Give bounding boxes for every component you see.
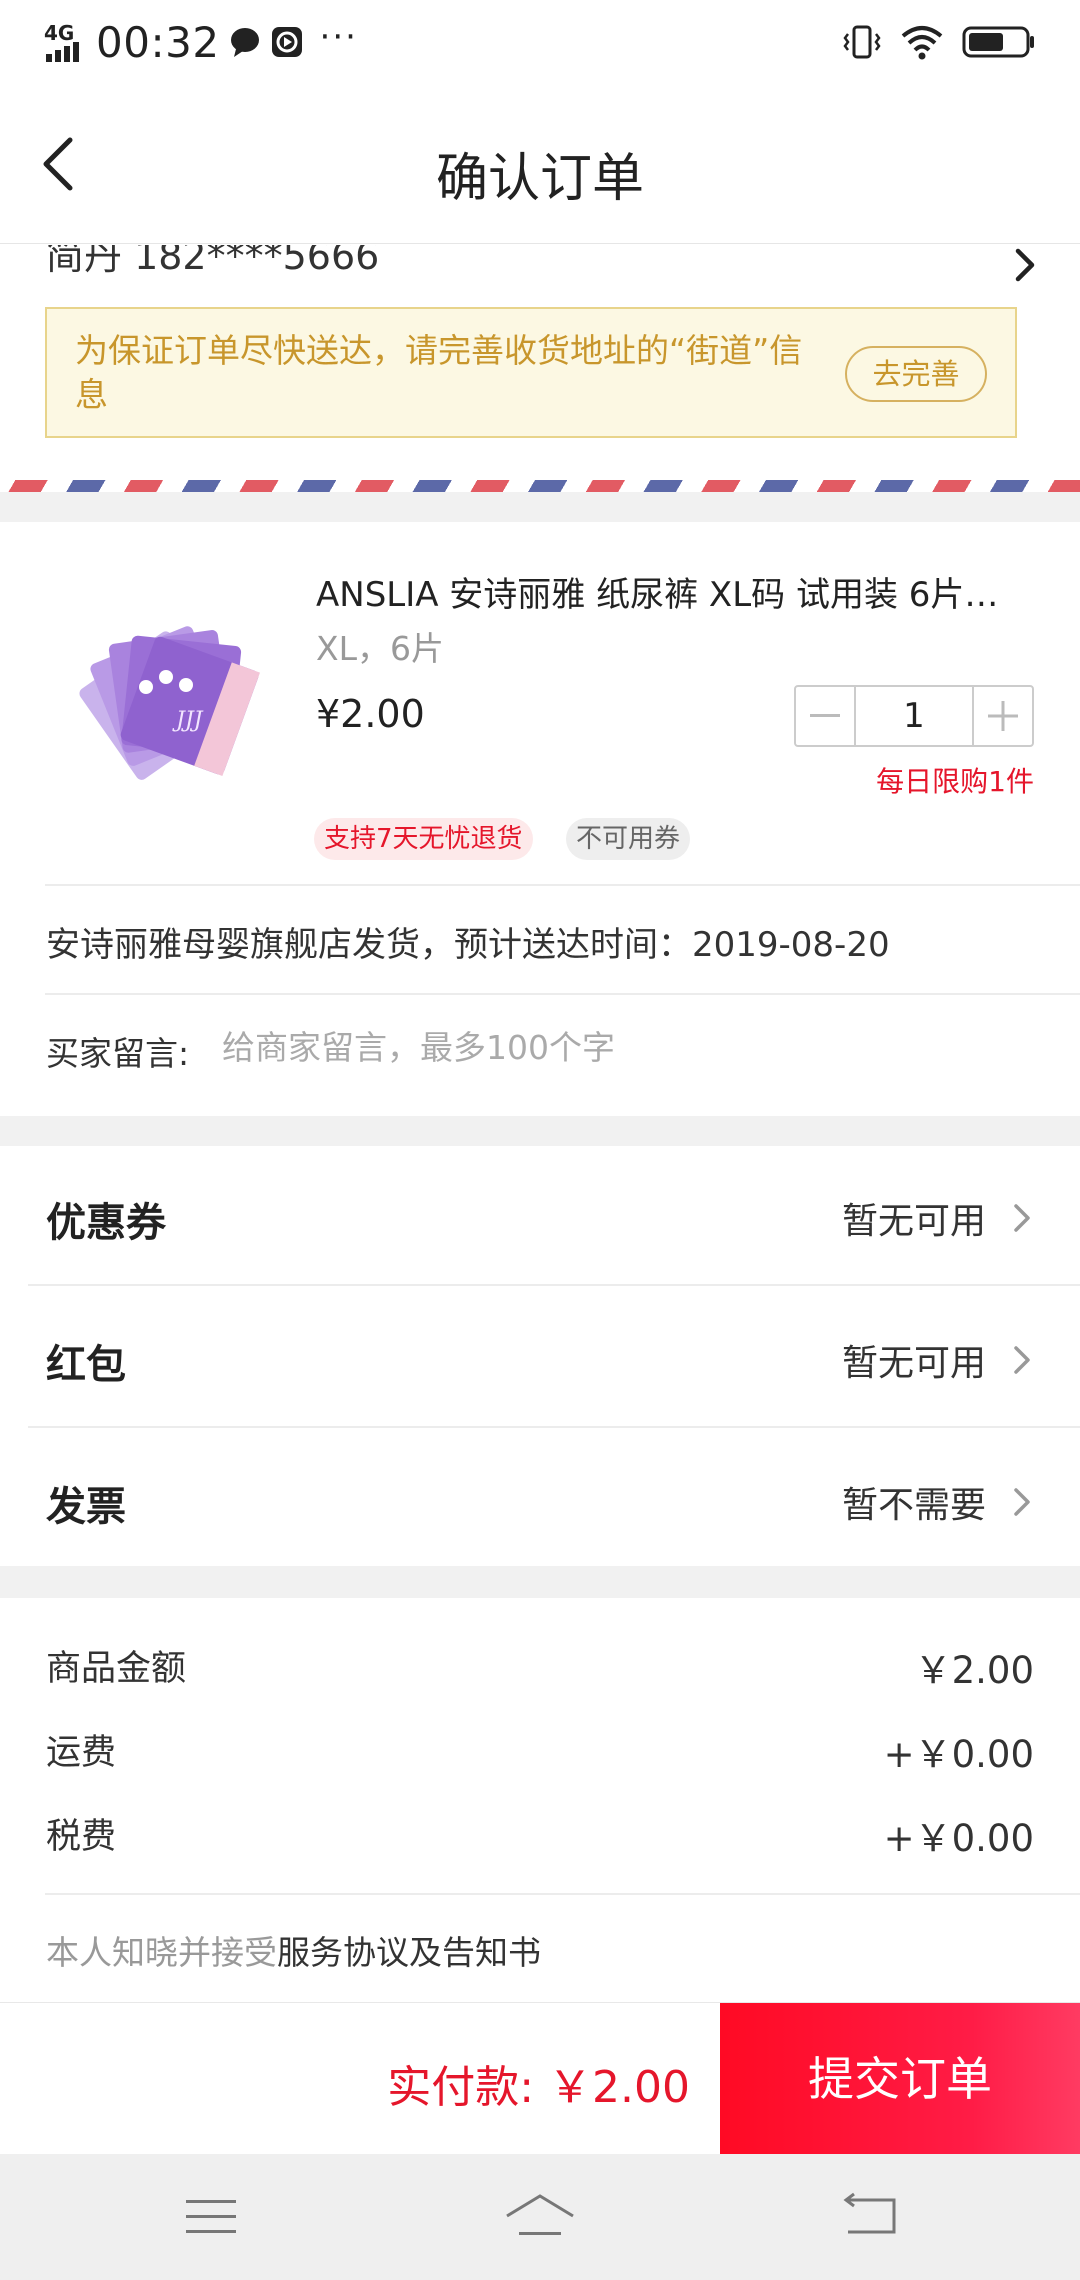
product-title[interactable]: ANSLIA 安诗丽雅 纸尿裤 XL码 试用装 6片… — [316, 567, 1036, 616]
product-spec: XL，6片 — [316, 629, 444, 668]
quantity-value[interactable]: 1 — [854, 687, 974, 745]
minus-icon — [810, 714, 840, 717]
address-notice: 为保证订单尽快送达，请完善收货地址的“街道”信息 去完善 — [45, 307, 1017, 438]
notice-text: 为保证订单尽快送达，请完善收货地址的“街道”信息 — [75, 331, 803, 414]
actual-payment: 实付款: ￥2.00 — [387, 2062, 690, 2113]
divider — [28, 1284, 1080, 1286]
network-type: 4G — [44, 21, 75, 45]
signal-icon: 4G — [44, 22, 86, 62]
divider — [28, 1426, 1080, 1428]
invoice-label: 发票 — [46, 1484, 126, 1530]
section-divider — [0, 1116, 1080, 1146]
airmail-border — [0, 480, 1080, 492]
purchase-limit: 每日限购1件 — [876, 765, 1034, 798]
shipping-info: 安诗丽雅母婴旗舰店发货，预计送达时间：2019-08-20 — [46, 925, 890, 965]
return-policy-tag: 支持7天无忧退货 — [314, 818, 533, 860]
tax-label: 税费 — [46, 1817, 117, 1857]
address-row[interactable]: 简丹 182****5666 — [0, 245, 1080, 303]
message-icon — [230, 28, 259, 57]
price-summary: 商品金额 ￥2.00 运费 +￥0.00 税费 +￥0.00 本人知晓并接受服务… — [0, 1598, 1080, 2002]
decrease-button[interactable] — [796, 687, 854, 745]
address-contact: 简丹 182****5666 — [46, 245, 380, 278]
vibrate-icon — [843, 25, 881, 59]
submit-bar: 实付款: ￥2.00 提交订单 — [0, 2002, 1080, 2155]
tax-row: 税费 +￥0.00 — [46, 1808, 1034, 1860]
order-options: 优惠券 暂无可用 红包 暂无可用 发票 暂不需要 — [0, 1146, 1080, 1566]
invoice-row[interactable]: 发票 暂不需要 — [0, 1430, 1080, 1570]
invoice-value: 暂不需要 — [841, 1485, 986, 1526]
quantity-stepper: 1 — [794, 685, 1034, 747]
freight-value: +￥0.00 — [883, 1733, 1034, 1776]
coupon-row[interactable]: 优惠券 暂无可用 — [0, 1146, 1080, 1286]
product-card: JJJ ANSLIA 安诗丽雅 纸尿裤 XL码 试用装 6片… XL，6片 ¥2… — [0, 522, 1080, 1116]
plus-icon — [988, 701, 1018, 731]
freight-label: 运费 — [46, 1733, 117, 1773]
wifi-icon — [901, 26, 943, 60]
agreement-prefix: 本人知晓并接受 — [46, 1933, 277, 1972]
divider — [45, 884, 1080, 886]
section-divider — [0, 1566, 1080, 1598]
chevron-right-icon — [1014, 1204, 1030, 1232]
goods-amount-row: 商品金额 ￥2.00 — [46, 1640, 1034, 1692]
chevron-right-icon — [1015, 248, 1035, 282]
clock: 00:32 — [96, 17, 220, 67]
page-title: 确认订单 — [435, 149, 644, 209]
red-packet-row[interactable]: 红包 暂无可用 — [0, 1288, 1080, 1428]
product-price: ¥2.00 — [316, 692, 425, 736]
nav-bar: 确认订单 — [0, 84, 1080, 244]
section-divider — [0, 492, 1080, 522]
svg-text:JJJ: JJJ — [172, 708, 204, 733]
red-packet-value: 暂无可用 — [841, 1343, 986, 1384]
more-notifications-icon: ··· — [319, 17, 358, 57]
submit-order-button[interactable]: 提交订单 — [720, 2003, 1080, 2155]
divider — [45, 993, 1080, 995]
coupon-value: 暂无可用 — [841, 1201, 986, 1242]
product-image[interactable]: JJJ — [46, 577, 286, 817]
status-bar: 4G 00:32 ··· — [0, 0, 1080, 84]
chevron-right-icon — [1014, 1488, 1030, 1516]
coupon-unavailable-tag: 不可用券 — [566, 818, 691, 860]
menu-icon[interactable] — [176, 2186, 246, 2246]
system-nav-bar — [0, 2154, 1080, 2280]
complete-address-button[interactable]: 去完善 — [845, 346, 987, 402]
battery-icon — [962, 26, 1034, 58]
red-packet-label: 红包 — [46, 1342, 126, 1388]
buyer-message-label: 买家留言: — [46, 1034, 190, 1073]
goods-amount-value: ￥2.00 — [914, 1649, 1034, 1692]
freight-row: 运费 +￥0.00 — [46, 1724, 1034, 1776]
agreement-text: 本人知晓并接受服务协议及告知书 — [46, 1926, 541, 1974]
increase-button[interactable] — [974, 687, 1032, 745]
divider — [45, 1893, 1080, 1895]
buyer-message-input[interactable] — [222, 1022, 1002, 1072]
chevron-right-icon — [1014, 1346, 1030, 1374]
home-icon[interactable] — [505, 2186, 575, 2246]
coupon-label: 优惠券 — [46, 1200, 166, 1246]
goods-amount-label: 商品金额 — [46, 1649, 187, 1689]
video-app-icon — [271, 27, 302, 57]
back-icon[interactable] — [834, 2186, 904, 2246]
tax-value: +￥0.00 — [883, 1817, 1034, 1860]
agreement-link[interactable]: 服务协议及告知书 — [277, 1933, 541, 1972]
